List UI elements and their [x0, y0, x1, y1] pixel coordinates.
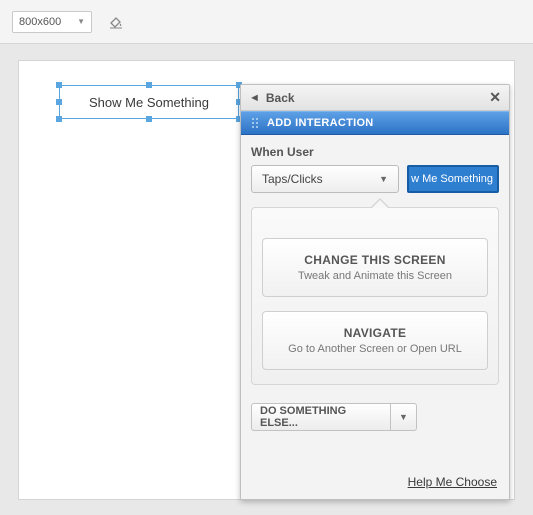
canvas-size-select[interactable]: 800x600 ▼	[12, 11, 92, 33]
panel-body: When User Taps/Clicks ▼ w Me Something C…	[241, 135, 509, 499]
paint-bucket-icon[interactable]	[106, 12, 126, 32]
target-element-chip[interactable]: w Me Something	[407, 165, 499, 193]
help-me-choose-link[interactable]: Help Me Choose	[408, 475, 497, 489]
resize-handle[interactable]	[146, 82, 152, 88]
trigger-value: Taps/Clicks	[262, 172, 323, 186]
option-subtitle: Tweak and Animate this Screen	[271, 270, 479, 282]
canvas-size-value: 800x600	[19, 16, 61, 28]
panel-title: ADD INTERACTION	[267, 117, 374, 129]
do-something-else-dropdown[interactable]: ▼	[391, 403, 417, 431]
widget-label: Show Me Something	[89, 95, 209, 110]
do-something-else-row: DO SOMETHING ELSE... ▼	[251, 403, 499, 431]
drag-grip-icon[interactable]	[251, 117, 259, 129]
option-navigate[interactable]: NAVIGATE Go to Another Screen or Open UR…	[262, 311, 488, 370]
chevron-down-icon: ▼	[399, 412, 408, 422]
chevron-down-icon: ▼	[77, 17, 85, 26]
option-change-screen[interactable]: CHANGE THIS SCREEN Tweak and Animate thi…	[262, 238, 488, 297]
top-toolbar: 800x600 ▼	[0, 0, 533, 44]
resize-handle[interactable]	[146, 116, 152, 122]
panel-header: ◄ Back ✕	[241, 85, 509, 111]
trigger-row: Taps/Clicks ▼ w Me Something	[251, 165, 499, 193]
interaction-panel: ◄ Back ✕ ADD INTERACTION When User Taps/…	[240, 84, 510, 500]
chevron-down-icon: ▼	[379, 174, 388, 184]
when-user-label: When User	[251, 145, 499, 159]
option-subtitle: Go to Another Screen or Open URL	[271, 343, 479, 355]
resize-handle[interactable]	[56, 82, 62, 88]
help-label: Help Me Choose	[408, 475, 497, 489]
option-title: NAVIGATE	[271, 326, 479, 340]
resize-handle[interactable]	[56, 116, 62, 122]
panel-title-bar: ADD INTERACTION	[241, 111, 509, 135]
options-balloon: CHANGE THIS SCREEN Tweak and Animate thi…	[251, 207, 499, 385]
trigger-select[interactable]: Taps/Clicks ▼	[251, 165, 399, 193]
option-title: CHANGE THIS SCREEN	[271, 253, 479, 267]
resize-handle[interactable]	[56, 99, 62, 105]
selected-widget-button[interactable]: Show Me Something	[59, 85, 239, 119]
else-label: DO SOMETHING ELSE...	[260, 405, 382, 429]
back-arrow-icon[interactable]: ◄	[249, 92, 260, 104]
do-something-else-button[interactable]: DO SOMETHING ELSE...	[251, 403, 391, 431]
close-icon[interactable]: ✕	[489, 89, 501, 106]
back-label[interactable]: Back	[266, 91, 295, 105]
target-chip-text: w Me Something	[411, 173, 493, 185]
